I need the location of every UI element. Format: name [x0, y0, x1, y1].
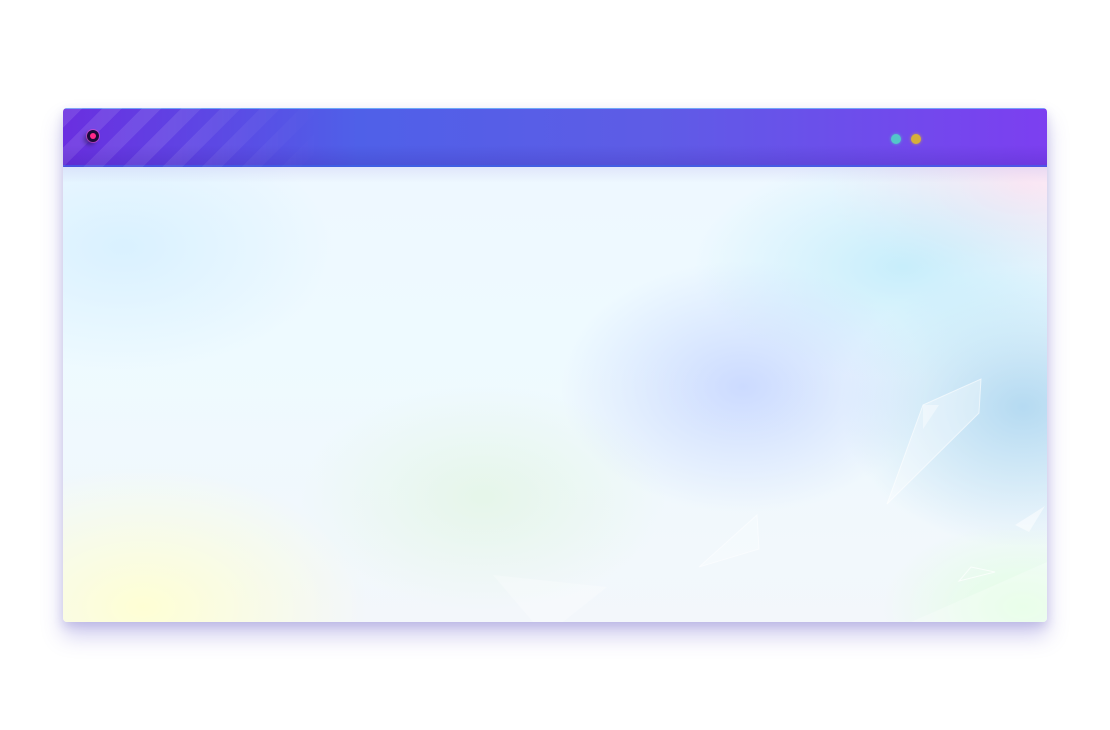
shard-shape [698, 513, 760, 568]
shard-shape [957, 566, 996, 582]
shard-shape [911, 562, 1047, 622]
title-bar-shade [63, 145, 1047, 167]
title-bar[interactable] [63, 108, 1047, 167]
shard-shape [886, 378, 982, 505]
status-dot-teal [891, 134, 901, 144]
app-window [63, 108, 1047, 622]
status-dot-amber [911, 134, 921, 144]
background-shards [493, 378, 1047, 622]
shard-shape [493, 575, 607, 622]
record-icon[interactable] [87, 130, 99, 142]
shard-shape [1015, 506, 1045, 532]
content-area [63, 167, 1047, 622]
